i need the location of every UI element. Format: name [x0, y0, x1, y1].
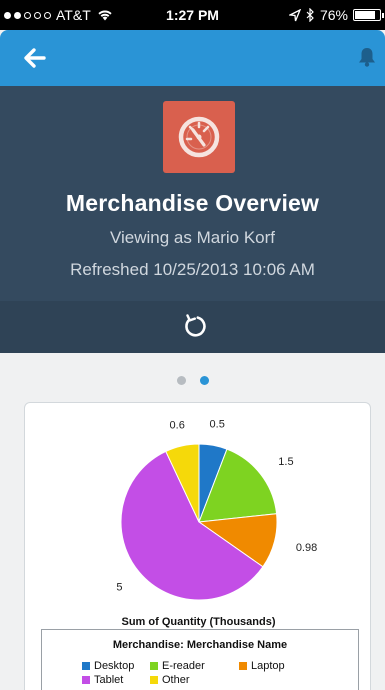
- page-dot[interactable]: [176, 376, 186, 385]
- app-root: AT&T 1:27 PM 76% Merchandise Overview Vi…: [0, 0, 385, 690]
- legend-swatch: [82, 676, 90, 684]
- legend-label: Other: [162, 674, 190, 686]
- pie-data-label: 0.98: [296, 542, 317, 554]
- refresh-icon[interactable]: [182, 313, 208, 339]
- speedometer-glyph: [178, 116, 220, 158]
- legend-label: Desktop: [94, 660, 135, 672]
- legend-label: Tablet: [94, 674, 124, 686]
- battery-icon: [353, 9, 384, 21]
- legend-swatch: [82, 662, 90, 670]
- speedometer-icon: [163, 101, 235, 173]
- refresh-bar: [0, 301, 385, 353]
- legend-label: E-reader: [162, 660, 205, 672]
- legend-item: Tablet: [82, 674, 123, 686]
- pie-data-label: 0.6: [170, 419, 185, 431]
- battery-nub: [382, 13, 384, 18]
- chart-legend: Merchandise: Merchandise Name Desktop E-r…: [41, 629, 359, 690]
- legend-item: Desktop: [82, 660, 134, 672]
- legend-label: Laptop: [251, 660, 285, 672]
- chart-card[interactable]: 0.5 1.5 0.98 5 0.6 Sum of Quantity (Thousand…: [24, 402, 371, 690]
- legend-item: E-reader: [150, 660, 205, 672]
- legend-item: Laptop: [239, 660, 285, 672]
- viewing-as-label: Viewing as Mario Korf: [109, 228, 276, 247]
- battery-fill: [355, 11, 375, 19]
- pie-data-label: 1.5: [278, 456, 293, 468]
- legend-item: Other: [150, 674, 190, 686]
- arrow-left-icon[interactable]: [22, 47, 48, 69]
- status-right: 76%: [288, 7, 384, 23]
- page-indicator: [0, 376, 385, 385]
- status-bar: AT&T 1:27 PM 76%: [0, 0, 385, 30]
- bell-icon[interactable]: [357, 46, 377, 68]
- refreshed-timestamp: Refreshed 10/25/2013 10:06 AM: [70, 260, 315, 279]
- legend-swatch: [150, 676, 158, 684]
- page-title: Merchandise Overview: [65, 190, 320, 216]
- legend-swatch: [239, 662, 247, 670]
- location-arrow-icon: [288, 8, 301, 21]
- navigation-bar: [0, 30, 385, 86]
- chart-title: Sum of Quantity (Thousands): [121, 616, 276, 628]
- legend-title: Merchandise: Merchandise Name: [112, 639, 288, 651]
- pie-data-label: 5: [116, 581, 122, 593]
- pie-chart: 0.5 1.5 0.98 5 0.6: [116, 419, 317, 601]
- page-dot[interactable]: [199, 376, 209, 385]
- battery-percent: 76%: [319, 7, 348, 23]
- legend-swatch: [150, 662, 158, 670]
- bluetooth-icon: [306, 8, 314, 22]
- dashboard-header: Merchandise Overview Viewing as Mario Ko…: [0, 86, 385, 301]
- pie-data-label: 0.5: [210, 419, 225, 431]
